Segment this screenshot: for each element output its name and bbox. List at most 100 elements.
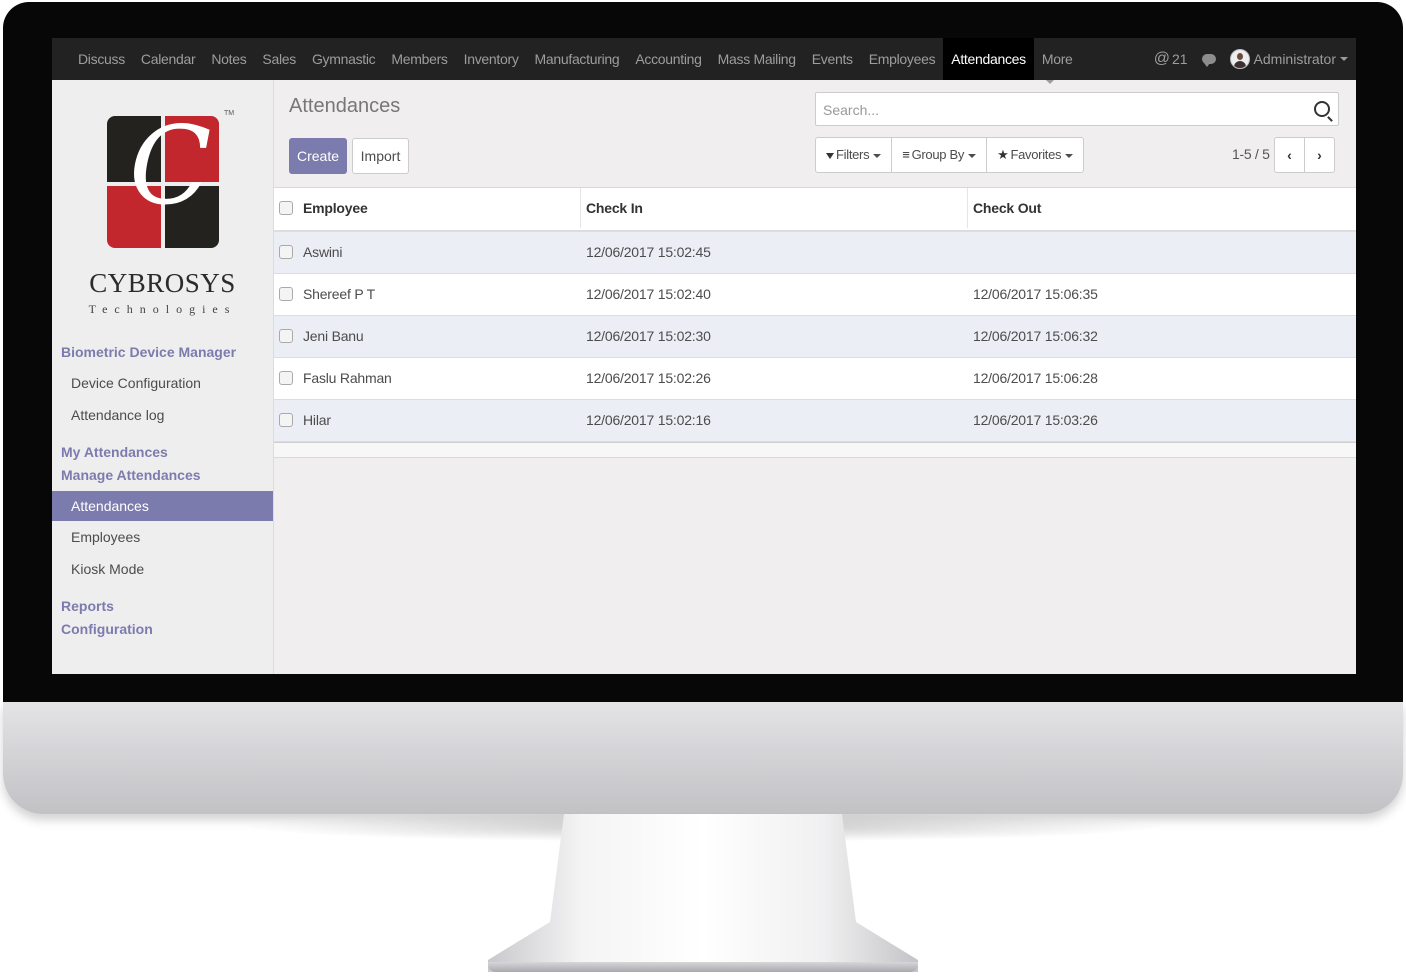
- filters-label: Filters: [836, 147, 870, 162]
- cell-employee: Hilar: [303, 412, 331, 428]
- chat-bubble-icon: [1201, 54, 1216, 67]
- at-sign-icon: @: [1153, 50, 1170, 67]
- filters-button[interactable]: Filters: [816, 138, 893, 172]
- nav-inventory[interactable]: Inventory: [456, 38, 527, 80]
- pager-buttons: ‹ ›: [1274, 137, 1335, 173]
- nav-events[interactable]: Events: [804, 38, 861, 80]
- user-menu[interactable]: Administrator: [1229, 49, 1348, 69]
- search-options: Filters ≡ Group By ★ Favorites: [815, 137, 1085, 173]
- company-logo: C TM: [107, 110, 234, 255]
- chevron-down-icon: [1340, 57, 1348, 61]
- row-checkbox[interactable]: [279, 371, 293, 385]
- nav-manufacturing[interactable]: Manufacturing: [527, 38, 628, 80]
- cell-check-in: 12/06/2017 15:02:26: [586, 370, 711, 386]
- table-row[interactable]: Shereef P T 12/06/2017 15:02:40 12/06/20…: [274, 274, 1356, 316]
- table-row[interactable]: Faslu Rahman 12/06/2017 15:02:26 12/06/2…: [274, 358, 1356, 400]
- monitor-stand-base: [488, 962, 918, 972]
- nav-more[interactable]: More: [1034, 38, 1081, 84]
- sidebar-item-attendances[interactable]: Attendances: [52, 491, 273, 521]
- nav-more-label: More: [1041, 51, 1073, 67]
- create-button[interactable]: Create: [289, 138, 347, 174]
- mentions-button[interactable]: @ 21: [1154, 50, 1188, 68]
- nav-attendances[interactable]: Attendances: [943, 38, 1034, 80]
- cell-check-in: 12/06/2017 15:02:16: [586, 412, 711, 428]
- cell-employee: Shereef P T: [303, 286, 375, 302]
- column-header-employee[interactable]: Employee: [303, 188, 368, 228]
- navbar-right: @ 21 Administrator: [1140, 38, 1348, 80]
- chevron-down-icon: [1065, 153, 1074, 158]
- nav-employees[interactable]: Employees: [861, 38, 944, 80]
- nav-accounting[interactable]: Accounting: [627, 38, 709, 80]
- sidebar-heading-reports[interactable]: Reports: [61, 598, 114, 614]
- table-row[interactable]: Aswini 12/06/2017 15:02:45: [274, 232, 1356, 274]
- page-title: Attendances: [289, 95, 401, 117]
- brand-tagline: Technologies: [88, 302, 237, 316]
- chevron-left-icon: ‹: [1287, 147, 1292, 163]
- sidebar-heading-biometric[interactable]: Biometric Device Manager: [61, 344, 236, 360]
- nav-notes[interactable]: Notes: [203, 38, 254, 80]
- row-checkbox[interactable]: [279, 413, 293, 427]
- main-content: Attendances Create Import Filters ≡Group…: [274, 80, 1356, 674]
- messaging-button[interactable]: [1201, 54, 1216, 67]
- row-checkbox[interactable]: [279, 287, 293, 301]
- cell-check-out: 12/06/2017 15:06:28: [973, 370, 1098, 386]
- avatar: [1229, 49, 1250, 69]
- column-header-check-out[interactable]: Check Out: [973, 188, 1041, 228]
- cell-check-out: 12/06/2017 15:03:26: [973, 412, 1098, 428]
- sidebar-heading-my-attendances[interactable]: My Attendances: [61, 444, 168, 460]
- favorites-label: Favorites: [1010, 147, 1062, 162]
- cell-employee: Faslu Rahman: [303, 370, 392, 386]
- column-header-check-in[interactable]: Check In: [586, 188, 643, 228]
- chevron-down-icon: [873, 153, 882, 158]
- sidebar-item-kiosk-mode[interactable]: Kiosk Mode: [52, 554, 273, 584]
- app-menu: Discuss Calendar Notes Sales Gymnastic M…: [70, 38, 1081, 84]
- search-input[interactable]: [821, 99, 1305, 121]
- cell-check-out: 12/06/2017 15:06:35: [973, 286, 1098, 302]
- top-navbar: Discuss Calendar Notes Sales Gymnastic M…: [52, 38, 1356, 84]
- sidebar-item-device-configuration[interactable]: Device Configuration: [52, 368, 273, 398]
- group-by-button[interactable]: ≡ Group By: [892, 138, 988, 172]
- row-checkbox[interactable]: [279, 329, 293, 343]
- cell-employee: Jeni Banu: [303, 328, 364, 344]
- sidebar: C TM CYBROSYS Technologies Biometric Dev…: [52, 80, 274, 674]
- cell-check-out: 12/06/2017 15:06:32: [973, 328, 1098, 344]
- pager-next-button[interactable]: ›: [1305, 138, 1334, 172]
- filter-icon: [826, 152, 834, 159]
- row-checkbox[interactable]: [279, 245, 293, 259]
- trademark-mark: TM: [224, 110, 235, 117]
- cell-employee: Aswini: [303, 244, 343, 260]
- chevron-right-icon: ›: [1317, 147, 1322, 163]
- list-icon: ≡: [902, 147, 910, 162]
- pager-value[interactable]: 1-5 / 5: [1232, 146, 1270, 162]
- table-header: Employee Check In Check Out: [274, 188, 1356, 232]
- nav-discuss[interactable]: Discuss: [70, 38, 133, 80]
- favorites-button[interactable]: ★ Favorites: [987, 138, 1083, 172]
- nav-members[interactable]: Members: [383, 38, 455, 80]
- nav-sales[interactable]: Sales: [254, 38, 304, 80]
- select-all-checkbox[interactable]: [279, 201, 293, 215]
- nav-calendar[interactable]: Calendar: [133, 38, 203, 80]
- search-bar: [815, 92, 1339, 126]
- nav-gymnastic[interactable]: Gymnastic: [304, 38, 383, 80]
- sidebar-heading-manage-attendances[interactable]: Manage Attendances: [61, 467, 201, 483]
- nav-mass-mailing[interactable]: Mass Mailing: [710, 38, 804, 80]
- import-button[interactable]: Import: [352, 138, 409, 174]
- table-row[interactable]: Hilar 12/06/2017 15:02:16 12/06/2017 15:…: [274, 400, 1356, 442]
- star-icon: ★: [997, 147, 1009, 162]
- sidebar-item-employees[interactable]: Employees: [52, 522, 273, 552]
- cell-check-in: 12/06/2017 15:02:45: [586, 244, 711, 260]
- sidebar-heading-configuration[interactable]: Configuration: [61, 621, 153, 637]
- table-row[interactable]: Jeni Banu 12/06/2017 15:02:30 12/06/2017…: [274, 316, 1356, 358]
- app-screen: Discuss Calendar Notes Sales Gymnastic M…: [52, 38, 1356, 674]
- monitor-chin: [3, 702, 1403, 814]
- search-icon[interactable]: [1314, 101, 1330, 117]
- group-by-label: Group By: [911, 147, 965, 162]
- cell-check-in: 12/06/2017 15:02:40: [586, 286, 711, 302]
- chevron-down-icon: [968, 153, 977, 158]
- sidebar-item-attendance-log[interactable]: Attendance log: [52, 400, 273, 430]
- attendance-table: Employee Check In Check Out Aswini 12/06…: [274, 187, 1356, 458]
- table-footer: [274, 442, 1356, 458]
- user-name: Administrator: [1253, 51, 1336, 67]
- pager-previous-button[interactable]: ‹: [1275, 138, 1305, 172]
- brand-name: CYBROSYS: [89, 268, 236, 298]
